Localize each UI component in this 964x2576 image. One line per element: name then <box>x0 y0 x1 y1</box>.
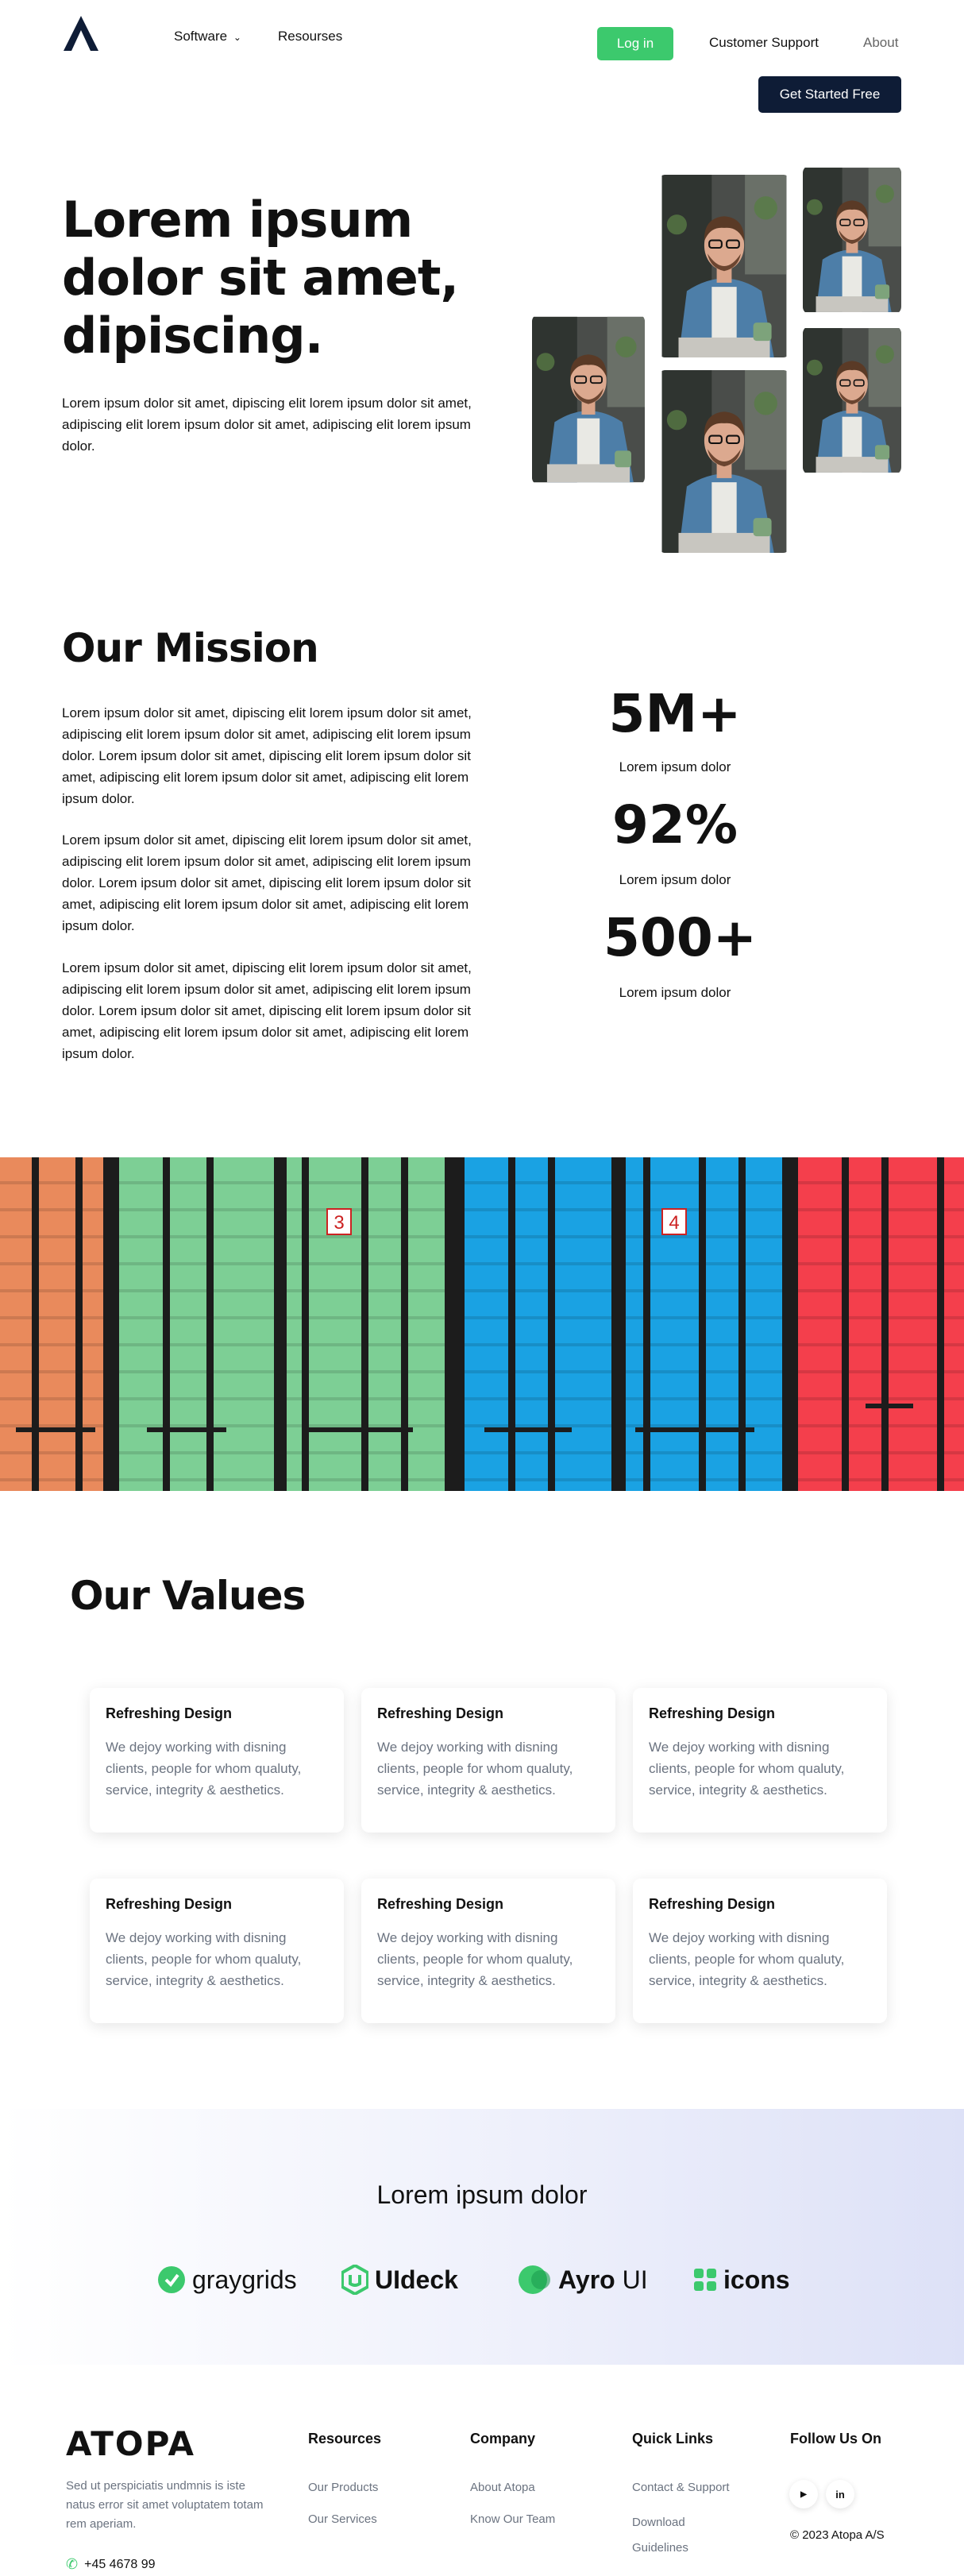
card-text: We dejoy working with disning clients, p… <box>106 1740 302 1798</box>
hero-title-line: Lorem ipsum <box>62 191 413 249</box>
partner-logo-text: icons <box>723 2265 790 2294</box>
values-title: Our Values <box>70 1573 306 1619</box>
youtube-icon[interactable]: ▶ <box>789 2480 818 2508</box>
mission-paragraph: Lorem ipsum dolor sit amet, dipiscing el… <box>62 832 472 933</box>
footer-logo[interactable]: ATOPA <box>66 2424 195 2463</box>
partner-logo-graygrids[interactable]: graygrids <box>157 2264 297 2296</box>
card-title: Refreshing Design <box>377 1705 504 1721</box>
partners-section <box>0 2109 964 2365</box>
logo[interactable] <box>62 14 100 52</box>
footer-link[interactable]: Contact & Support <box>632 2478 751 2497</box>
mission-title: Our Mission <box>62 625 319 671</box>
hero-title-line: dolor sit amet, <box>62 249 459 307</box>
stat-value: 5M+ <box>608 683 742 744</box>
card-text: We dejoy working with disning clients, p… <box>106 1930 302 1988</box>
footer-heading: Company <box>470 2431 536 2447</box>
chevron-down-icon: ⌄ <box>233 32 241 43</box>
footer-link[interactable]: Our Services <box>308 2510 427 2529</box>
logo-mark-icon <box>64 16 98 51</box>
stat-label: Lorem ipsum dolor <box>619 985 731 1000</box>
card-text: We dejoy working with disning clients, p… <box>649 1740 845 1798</box>
phone-number: +45 4678 99 <box>84 2557 156 2571</box>
hero-photo <box>803 165 901 315</box>
mission-paragraph: Lorem ipsum dolor sit amet, dipiscing el… <box>62 705 472 806</box>
hero-title-line: dipiscing. <box>62 307 323 365</box>
hero-photo <box>657 175 791 357</box>
hero-photo <box>803 326 901 475</box>
linkedin-icon[interactable]: in <box>826 2480 854 2508</box>
nav-resources[interactable]: Resourses <box>278 29 342 44</box>
footer-description: Sed ut perspiciatis undmnis is iste natu… <box>66 2479 264 2531</box>
icons-grid-icon <box>694 2269 716 2291</box>
partner-logo-text: graygrids <box>192 2265 297 2294</box>
card-text: We dejoy working with disning clients, p… <box>649 1930 845 1988</box>
shipping-containers-photo: 3 4 <box>0 1157 964 1491</box>
copyright: © 2023 Atopa A/S <box>790 2528 885 2542</box>
person-photo <box>803 327 901 473</box>
phone-icon: ✆ <box>66 2556 79 2572</box>
value-card: Refreshing Design We dejoy working with … <box>90 1879 344 2023</box>
footer-phone[interactable]: ✆ +45 4678 99 <box>66 2556 156 2573</box>
partner-logo-ayro[interactable]: Ayro UI <box>519 2264 648 2296</box>
stat-value: 92% <box>612 794 738 855</box>
footer-heading: Quick Links <box>632 2431 714 2447</box>
hero-photo <box>532 314 645 485</box>
footer-link[interactable]: Download Guidelines <box>632 2510 719 2561</box>
card-title: Refreshing Design <box>649 1705 776 1721</box>
stat-value: 500+ <box>603 907 758 968</box>
footer-link[interactable]: Our Products <box>308 2478 427 2497</box>
value-card: Refreshing Design We dejoy working with … <box>633 1688 887 1833</box>
container-number: 3 <box>334 1212 344 1234</box>
partner-logo-icons[interactable]: icons <box>693 2264 790 2296</box>
about-link[interactable]: About <box>863 35 898 51</box>
stat-label: Lorem ipsum dolor <box>619 759 731 774</box>
partner-logo-uideck[interactable]: UIdeck <box>341 2264 458 2296</box>
card-title: Refreshing Design <box>106 1896 233 1912</box>
card-title: Refreshing Design <box>106 1705 233 1721</box>
person-photo <box>661 175 788 357</box>
login-button[interactable]: Log in <box>597 27 673 60</box>
ayro-icon <box>519 2265 550 2294</box>
person-photo <box>532 315 645 484</box>
value-card: Refreshing Design We dejoy working with … <box>361 1688 615 1833</box>
uideck-icon <box>341 2265 368 2295</box>
footer-link[interactable]: Know Our Team <box>470 2510 589 2529</box>
partners-title: Lorem ipsum dolor <box>376 2180 588 2209</box>
nav-software[interactable]: Software ⌄ <box>174 29 241 44</box>
card-title: Refreshing Design <box>649 1896 776 1912</box>
get-started-button[interactable]: Get Started Free <box>758 76 901 113</box>
person-photo <box>803 167 901 313</box>
linkedin-glyph: in <box>835 2488 845 2501</box>
person-photo <box>661 370 788 553</box>
card-title: Refreshing Design <box>377 1896 504 1912</box>
value-card: Refreshing Design We dejoy working with … <box>90 1688 344 1833</box>
customer-support-link[interactable]: Customer Support <box>709 35 819 51</box>
partner-logo-text: Ayro UI <box>558 2265 648 2294</box>
card-text: We dejoy working with disning clients, p… <box>377 1930 573 1988</box>
youtube-glyph: ▶ <box>800 2489 807 2499</box>
hero-text: Lorem ipsum dolor sit amet, dipiscing el… <box>62 396 472 454</box>
card-text: We dejoy working with disning clients, p… <box>377 1740 573 1798</box>
container-banner-image: 3 4 <box>0 1157 964 1491</box>
partner-logo-text: UIdeck <box>375 2265 458 2294</box>
graygrids-icon <box>158 2266 185 2293</box>
footer-heading: Follow Us On <box>790 2431 881 2447</box>
footer-heading: Resources <box>308 2431 382 2447</box>
hero-photo <box>657 370 791 553</box>
value-card: Refreshing Design We dejoy working with … <box>633 1879 887 2023</box>
value-card: Refreshing Design We dejoy working with … <box>361 1879 615 2023</box>
container-number: 4 <box>669 1212 679 1234</box>
mission-paragraph: Lorem ipsum dolor sit amet, dipiscing el… <box>62 960 472 1061</box>
stat-label: Lorem ipsum dolor <box>619 872 731 887</box>
hero-title: Lorem ipsum dolor sit amet, dipiscing. <box>62 191 507 365</box>
footer-link[interactable]: About Atopa <box>470 2478 589 2497</box>
